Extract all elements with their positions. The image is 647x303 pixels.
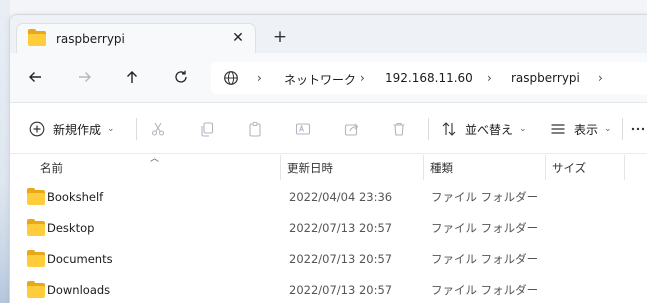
file-name: Documents — [47, 252, 113, 266]
file-modified: 2022/04/04 23:36 — [289, 190, 393, 204]
file-modified: 2022/07/13 20:57 — [289, 221, 393, 235]
cut-button[interactable] — [150, 104, 166, 154]
refresh-button[interactable] — [170, 66, 192, 88]
rename-button[interactable] — [295, 104, 311, 154]
more-dots-icon — [631, 127, 644, 131]
divider — [428, 118, 429, 140]
tab-label: raspberrypi — [56, 31, 125, 46]
breadcrumb-separator: › — [598, 71, 603, 85]
close-tab-button[interactable]: ✕ — [230, 30, 246, 46]
new-button-label: 新規作成 — [53, 122, 102, 137]
delete-button[interactable] — [391, 104, 407, 154]
network-globe-icon — [223, 70, 239, 89]
sort-button-label: 並べ替え — [465, 122, 514, 137]
refresh-icon — [175, 70, 187, 83]
sort-button[interactable]: 並べ替え ⌄ — [441, 104, 527, 154]
plus-circle-icon — [29, 121, 45, 137]
file-row[interactable]: Downloads 2022/07/13 20:57 ファイル フォルダー — [10, 275, 647, 303]
breadcrumb-separator: › — [360, 71, 365, 85]
column-modified[interactable]: 更新日時 — [281, 155, 422, 182]
breadcrumb-ip[interactable]: 192.168.11.60 — [385, 71, 473, 85]
view-button[interactable]: 表示 ⌄ — [550, 104, 612, 154]
file-row[interactable]: Documents 2022/07/13 20:57 ファイル フォルダー — [10, 244, 647, 275]
breadcrumb-separator: › — [257, 71, 262, 85]
chevron-down-icon: ⌄ — [604, 124, 612, 134]
divider — [136, 118, 137, 140]
folder-icon — [27, 219, 45, 236]
file-modified: 2022/07/13 20:57 — [289, 252, 393, 266]
file-type: ファイル フォルダー — [431, 283, 539, 297]
new-tab-button[interactable]: + — [271, 27, 289, 47]
tab-bar: raspberrypi ✕ + — [10, 15, 647, 53]
command-bar: 新規作成 ⌄ 並べ替え ⌄ 表示 ⌄ — [10, 104, 647, 154]
column-name[interactable]: 名前 — [34, 155, 280, 182]
trash-icon — [393, 122, 405, 136]
back-button[interactable] — [24, 66, 46, 88]
share-icon — [344, 123, 359, 136]
more-options-button[interactable] — [630, 104, 644, 154]
breadcrumb-network[interactable]: ネットワーク — [284, 71, 356, 88]
folder-icon — [27, 188, 45, 205]
column-type[interactable]: 種類 — [424, 155, 545, 182]
copy-icon — [201, 122, 214, 137]
share-button[interactable] — [344, 104, 360, 154]
paste-button[interactable] — [247, 104, 263, 154]
forward-button[interactable] — [74, 66, 96, 88]
new-button[interactable]: 新規作成 ⌄ — [29, 104, 115, 154]
folder-icon — [27, 281, 45, 298]
view-list-icon — [551, 124, 565, 134]
chevron-down-icon: ⌄ — [519, 124, 527, 134]
column-divider[interactable] — [624, 155, 625, 180]
file-row[interactable]: Bookshelf 2022/04/04 23:36 ファイル フォルダー — [10, 182, 647, 213]
breadcrumb-raspberrypi[interactable]: raspberrypi — [511, 71, 580, 85]
up-button[interactable] — [121, 66, 143, 88]
view-button-label: 表示 — [574, 122, 599, 137]
clipboard-icon — [249, 122, 261, 137]
file-name: Downloads — [47, 283, 111, 297]
navigation-bar: › ネットワーク › 192.168.11.60 › raspberrypi › — [10, 53, 647, 103]
file-explorer-window: raspberrypi ✕ + › ネットワーク › 192.168.11.60… — [9, 14, 647, 303]
file-row[interactable]: Desktop 2022/07/13 20:57 ファイル フォルダー — [10, 213, 647, 244]
file-name: Desktop — [47, 221, 95, 235]
tab-raspberrypi[interactable]: raspberrypi ✕ — [16, 23, 256, 53]
sort-arrows-icon — [442, 122, 456, 136]
file-name: Bookshelf — [47, 190, 104, 204]
arrow-up-icon — [127, 71, 137, 83]
column-header: ︿ 名前 更新日時 種類 サイズ — [10, 154, 647, 182]
breadcrumb-separator: › — [487, 71, 492, 85]
arrow-left-icon — [29, 72, 41, 82]
divider — [622, 118, 623, 140]
address-bar[interactable]: › ネットワーク › 192.168.11.60 › raspberrypi › — [211, 62, 647, 94]
copy-button[interactable] — [199, 104, 215, 154]
file-type: ファイル フォルダー — [431, 221, 539, 235]
chevron-down-icon: ⌄ — [107, 124, 115, 134]
scissors-icon — [151, 122, 165, 136]
file-type: ファイル フォルダー — [431, 252, 539, 266]
column-size[interactable]: サイズ — [546, 155, 624, 182]
file-type: ファイル フォルダー — [431, 190, 539, 204]
arrow-right-icon — [79, 72, 91, 82]
folder-icon — [27, 250, 45, 267]
file-modified: 2022/07/13 20:57 — [289, 283, 393, 297]
rename-icon — [295, 123, 311, 135]
folder-icon — [28, 29, 46, 46]
